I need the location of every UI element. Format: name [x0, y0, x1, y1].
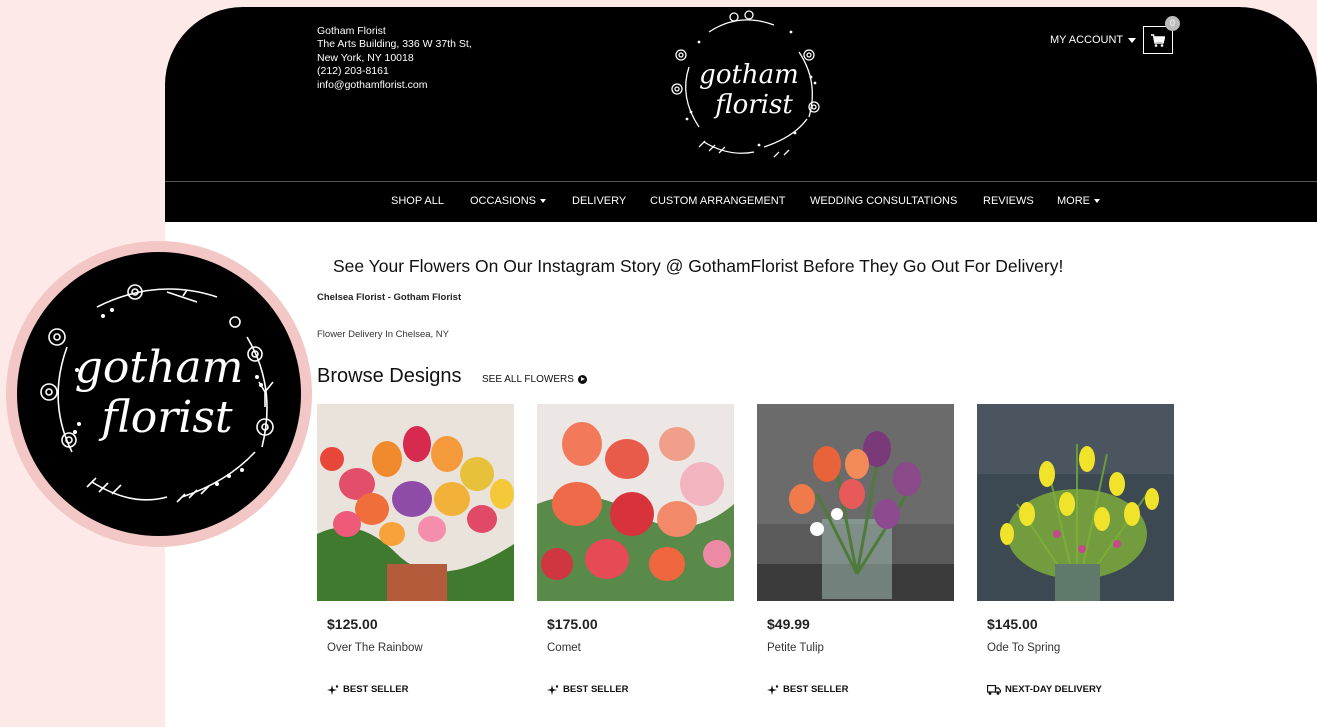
site-header: Gotham Florist The Arts Building, 336 W …: [165, 7, 1317, 181]
wreath-logo: gotham florist: [40, 284, 274, 503]
product-price: $175.00: [547, 616, 598, 632]
caret-down-icon: [1094, 199, 1100, 204]
product-card[interactable]: $145.00 Ode To Spring NEXT-DAY DELIVERY: [977, 404, 1174, 695]
main-nav: SHOP ALL OCCASIONS DELIVERY CUSTOM ARRAN…: [165, 181, 1317, 222]
store-name: Gotham Florist: [317, 25, 386, 37]
product-name[interactable]: Comet: [547, 642, 581, 654]
product-badge: BEST SELLER: [547, 684, 628, 695]
sparkle-icon: [327, 684, 339, 695]
nav-delivery[interactable]: DELIVERY: [572, 195, 626, 207]
product-badge: BEST SELLER: [767, 684, 848, 695]
product-price: $125.00: [327, 616, 378, 632]
header-logo[interactable]: gotham florist: [659, 7, 835, 167]
nav-shop-all[interactable]: SHOP ALL: [391, 195, 444, 207]
arrow-circle-icon: [577, 375, 587, 384]
nav-occasions[interactable]: OCCASIONS: [470, 195, 547, 207]
product-badge: BEST SELLER: [327, 684, 408, 695]
nav-reviews[interactable]: REVIEWS: [983, 195, 1034, 207]
product-price: $49.99: [767, 616, 810, 632]
product-image[interactable]: [317, 404, 514, 601]
page-subtitle: Chelsea Florist - Gotham Florist: [317, 292, 462, 303]
product-card[interactable]: $175.00 Comet BEST SELLER: [537, 404, 734, 695]
product-card[interactable]: $125.00 Over The Rainbow BEST SELLER: [317, 404, 514, 695]
nav-custom-arrangement[interactable]: CUSTOM ARRANGEMENT: [650, 195, 785, 207]
store-phone[interactable]: (212) 203-8161: [317, 65, 472, 78]
shopping-cart-icon: [1151, 34, 1165, 47]
product-name[interactable]: Petite Tulip: [767, 642, 824, 654]
page-tagline: Flower Delivery In Chelsea, NY: [317, 329, 449, 340]
my-account-menu[interactable]: MY ACCOUNT: [1050, 34, 1137, 46]
see-all-flowers-link[interactable]: SEE ALL FLOWERS: [482, 374, 587, 385]
product-name[interactable]: Ode To Spring: [987, 642, 1060, 654]
product-image[interactable]: [977, 404, 1174, 601]
product-image[interactable]: [537, 404, 734, 601]
cart-count-badge: 0: [1165, 16, 1180, 31]
logo-word-2: florist: [713, 90, 793, 120]
promo-headline: See Your Flowers On Our Instagram Story …: [333, 256, 1064, 276]
product-card[interactable]: $49.99 Petite Tulip BEST SELLER: [757, 404, 954, 695]
product-price: $145.00: [987, 616, 1038, 632]
store-contact-info: Gotham Florist The Arts Building, 336 W …: [317, 25, 472, 92]
browser-window: Gotham Florist The Arts Building, 336 W …: [165, 7, 1317, 727]
product-badge: NEXT-DAY DELIVERY: [987, 684, 1102, 695]
nav-wedding-consultations[interactable]: WEDDING CONSULTATIONS: [810, 195, 957, 207]
logo-word-1: gotham: [75, 342, 244, 393]
logo-word-1: gotham: [699, 60, 799, 90]
caret-down-icon: [540, 199, 547, 204]
store-address-line1: The Arts Building, 336 W 37th St,: [317, 38, 472, 51]
browse-designs-heading: Browse Designs: [317, 365, 462, 387]
nav-more[interactable]: MORE: [1057, 195, 1100, 207]
product-image[interactable]: [757, 404, 954, 601]
gotham-florist-logo-badge: gotham florist: [6, 241, 312, 547]
my-account-label: MY ACCOUNT: [1050, 34, 1124, 46]
logo-word-2: florist: [98, 392, 233, 443]
store-email[interactable]: info@gothamflorist.com: [317, 79, 472, 92]
sparkle-icon: [767, 684, 779, 695]
store-address-line2: New York, NY 10018: [317, 51, 414, 64]
product-name[interactable]: Over The Rainbow: [327, 642, 423, 654]
sparkle-icon: [547, 684, 559, 695]
caret-down-icon: [1128, 37, 1137, 43]
delivery-truck-icon: [987, 684, 1001, 695]
